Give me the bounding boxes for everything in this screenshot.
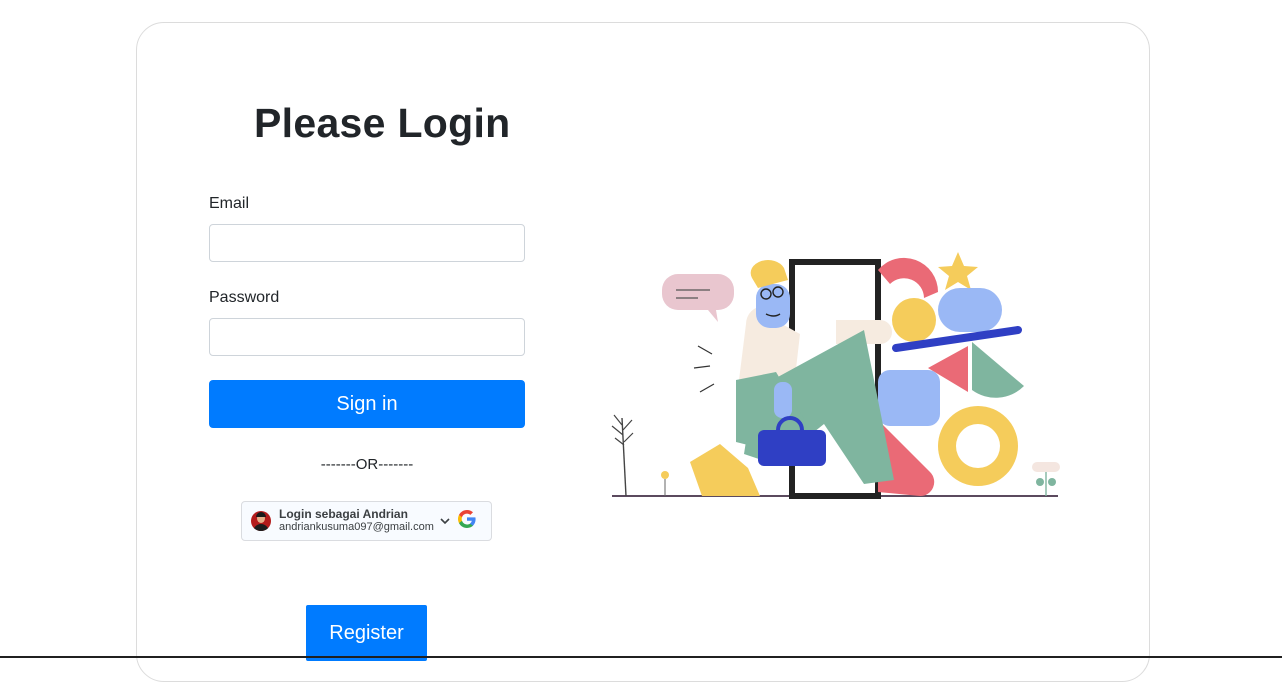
page-title: Please Login [254,100,511,146]
login-illustration [611,252,1060,499]
password-field[interactable] [209,318,525,356]
register-button[interactable]: Register [306,605,427,661]
chevron-down-icon [440,512,450,530]
google-logo-icon [457,509,476,533]
avatar [251,511,271,531]
signin-button[interactable]: Sign in [209,380,525,428]
google-login-button[interactable]: Login sebagai Andrian andriankusuma097@g… [241,501,492,541]
email-label: Email [209,195,250,212]
password-label: Password [209,289,280,306]
email-field[interactable] [209,224,525,262]
or-divider: -------OR------- [320,456,414,473]
google-account-email: andriankusuma097@gmail.com [279,521,434,533]
google-account-name: Login sebagai Andrian [279,507,408,521]
